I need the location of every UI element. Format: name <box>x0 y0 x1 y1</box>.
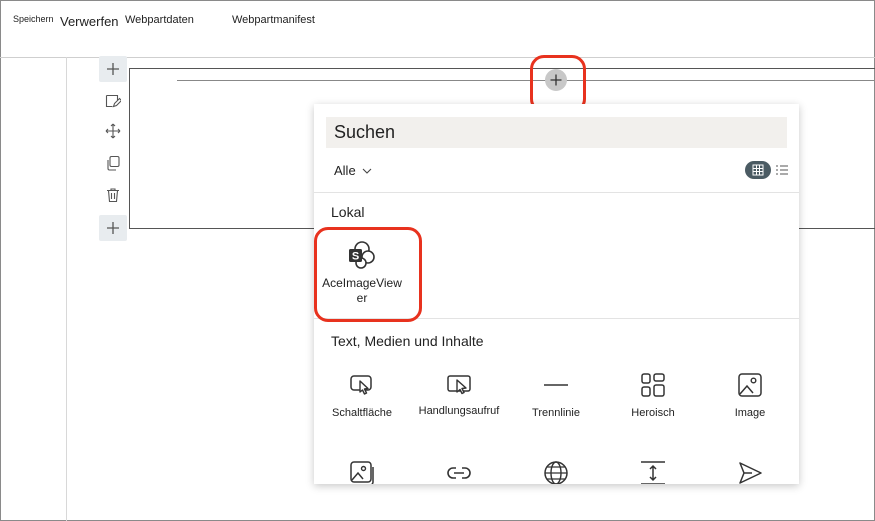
move-section-button[interactable] <box>99 118 127 144</box>
trash-icon <box>107 188 119 203</box>
spacer-icon <box>641 461 665 484</box>
canvas-top-border <box>0 57 875 58</box>
plus-icon <box>107 63 119 75</box>
duplicate-section-button[interactable] <box>99 150 127 176</box>
tile-label: Image <box>734 407 766 419</box>
canvas-left-border <box>66 57 67 521</box>
discard-button[interactable]: Verwerfen <box>60 14 119 29</box>
tile-label: Handlungsaufruf <box>418 405 500 417</box>
webpart-tile-button[interactable]: Schaltfläche <box>314 368 410 421</box>
webpart-tile-globe[interactable] <box>508 456 604 484</box>
webpart-tile-call-to-action[interactable]: Handlungsaufruf <box>411 368 507 419</box>
tile-label: Heroisch <box>631 407 675 419</box>
tile-label-line2: er <box>356 291 368 305</box>
send-icon <box>739 462 762 484</box>
group-title-local: Lokal <box>331 204 365 220</box>
group-title-media: Text, Medien und Inhalte <box>331 333 484 349</box>
filter-label: Alle <box>334 163 356 178</box>
grid-icon <box>752 164 764 176</box>
move-icon <box>105 123 121 139</box>
webpart-tile-divider[interactable]: Trennlinie <box>508 368 604 421</box>
call-to-action-icon <box>447 375 471 395</box>
delete-section-button[interactable] <box>99 182 127 208</box>
svg-text:S: S <box>352 251 359 263</box>
copy-icon <box>107 155 120 171</box>
tile-label: Schaltfläche <box>332 407 392 419</box>
plus-icon <box>107 222 119 234</box>
button-icon <box>350 375 372 395</box>
add-section-above-button[interactable] <box>99 56 127 82</box>
image-icon <box>738 373 762 397</box>
edit-section-button[interactable] <box>99 88 127 114</box>
link-icon <box>447 467 471 479</box>
save-button[interactable]: Speichern <box>13 14 54 24</box>
globe-icon <box>544 461 568 484</box>
chevron-down-icon <box>362 168 372 174</box>
list-view-icon[interactable] <box>775 164 789 176</box>
image-gallery-icon <box>350 461 374 484</box>
webpart-tile-spacer[interactable] <box>605 456 701 484</box>
divider <box>314 318 799 319</box>
webpart-manifest-button[interactable]: Webpartmanifest <box>232 14 315 26</box>
search-input[interactable] <box>326 117 787 148</box>
top-toolbar: Speichern Verwerfen Webpartdaten Webpart… <box>0 0 875 40</box>
webpart-tile-link[interactable] <box>411 456 507 484</box>
divider-icon <box>544 384 568 386</box>
webpart-tile-image-gallery[interactable] <box>314 456 410 484</box>
webpart-picker-panel: Alle Lokal S AceImageViewer Text, Medien… <box>314 104 799 484</box>
tile-label-line1: AceImageView <box>322 276 402 290</box>
webpart-tile-send[interactable] <box>702 456 798 484</box>
webpart-tile-hero[interactable]: Heroisch <box>605 368 701 421</box>
webpart-tile-aceimageviewer[interactable]: S AceImageView er <box>314 238 410 306</box>
filter-dropdown[interactable]: Alle <box>334 163 372 178</box>
add-webpart-line <box>177 80 875 81</box>
view-toggle <box>745 161 789 179</box>
add-section-below-button[interactable] <box>99 215 127 241</box>
webpart-tile-image[interactable]: Image <box>702 368 798 421</box>
add-webpart-button[interactable] <box>545 69 567 91</box>
tile-label: Trennlinie <box>532 407 580 419</box>
sharepoint-icon: S <box>349 241 375 269</box>
webpart-data-button[interactable]: Webpartdaten <box>125 14 194 26</box>
hero-icon <box>641 373 665 397</box>
grid-view-button[interactable] <box>745 161 771 179</box>
divider <box>314 192 799 193</box>
plus-icon <box>550 74 562 86</box>
edit-icon <box>105 94 121 108</box>
